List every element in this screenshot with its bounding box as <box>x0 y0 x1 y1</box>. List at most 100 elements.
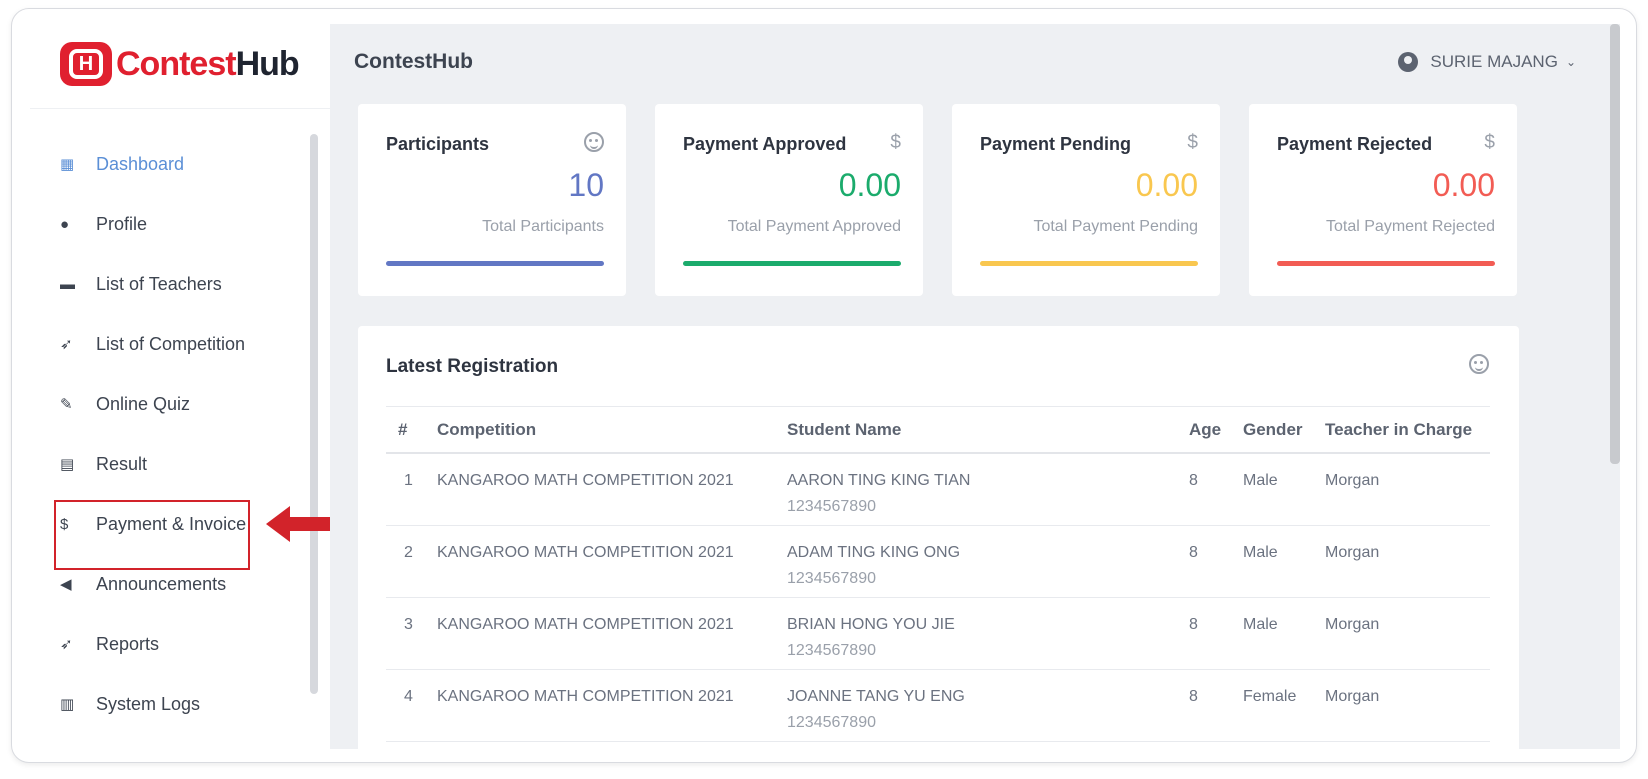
sidebar-item-system-logs[interactable]: ▥ System Logs <box>60 674 310 734</box>
card-bar <box>1277 261 1495 266</box>
row-competition: KANGAROO MATH COMPETITION 2021 <box>437 688 734 705</box>
user-name: SURIE MAJANG <box>1430 52 1558 71</box>
sidebar-item-online-quiz[interactable]: ✎ Online Quiz <box>60 374 310 434</box>
megaphone-icon: ◀ <box>60 576 72 593</box>
id-card-icon: ▬ <box>60 275 75 293</box>
student-name: BRIAN HONG YOU JIE <box>787 616 955 633</box>
card-bar <box>386 261 604 266</box>
annotation-arrow-icon <box>266 506 330 542</box>
column-header[interactable]: Gender <box>1243 420 1325 440</box>
chevron-down-icon: ⌄ <box>1565 55 1576 69</box>
row-number: 1 <box>404 472 413 489</box>
column-header[interactable]: Teacher in Charge <box>1325 420 1490 440</box>
dollar-icon: $ <box>1484 132 1495 153</box>
latest-registration-panel: Latest Registration # Competition Student … <box>358 326 1519 749</box>
topbar: ContestHub SURIE MAJANG ⌄ <box>330 24 1620 94</box>
row-teacher: Morgan <box>1325 472 1380 489</box>
student-name: JOANNE TANG YU ENG <box>787 688 965 705</box>
sidebar-item-list-of-teachers[interactable]: ▬ List of Teachers <box>60 254 310 314</box>
dollar-icon: $ <box>1187 132 1198 153</box>
row-age: 8 <box>1189 544 1198 561</box>
card-sub: Total Payment Pending <box>1033 218 1198 235</box>
stat-card-payment-pending[interactable]: Payment Pending $0.00 Total Payment Pendin… <box>952 104 1220 296</box>
row-age: 8 <box>1189 616 1198 633</box>
row-competition: KANGAROO MATH COMPETITION 2021 <box>437 544 734 561</box>
logo-mark-icon: H <box>60 42 112 86</box>
row-student: BRIAN HONG YOU JIE 1234567890 <box>787 598 1189 660</box>
sidebar: H ContestHub ▦ Dashboard ● Profile ▬ List of … <box>30 24 330 749</box>
column-header[interactable]: Student Name <box>787 420 1189 440</box>
logo-text: ContestHub <box>116 44 300 84</box>
sidebar-item-reports[interactable]: ➶ Reports <box>60 614 310 674</box>
column-header[interactable]: Competition <box>437 420 787 440</box>
sidebar-scrollbar[interactable] <box>310 134 318 694</box>
row-competition: KANGAROO MATH COMPETITION 2021 <box>437 616 734 633</box>
card-label: Payment Pending <box>980 134 1132 154</box>
table-row[interactable]: 4 KANGAROO MATH COMPETITION 2021 JOANNE TA… <box>386 670 1490 742</box>
row-age: 8 <box>1189 472 1198 489</box>
row-gender: Female <box>1243 688 1297 705</box>
pencil-icon: ✎ <box>60 396 73 413</box>
card-value: 0.00 <box>838 167 901 203</box>
row-competition: KANGAROO MATH COMPETITION 2021 <box>437 472 734 489</box>
main-area: ContestHub SURIE MAJANG ⌄ Participants 10… <box>330 24 1620 749</box>
sidebar-item-label: Dashboard <box>96 153 185 174</box>
card-label: Payment Approved <box>683 134 847 154</box>
sidebar-nav: ▦ Dashboard ● Profile ▬ List of Teachers ➶ List… <box>54 134 310 734</box>
rocket-icon: ➶ <box>60 336 73 353</box>
sidebar-item-label: Reports <box>96 633 160 654</box>
registration-table: # Competition Student Name Age Gender Teacher… <box>386 406 1490 742</box>
sidebar-item-list-of-competition[interactable]: ➶ List of Competition <box>60 314 310 374</box>
card-bar <box>683 261 901 266</box>
card-value: 0.00 <box>1432 167 1495 203</box>
row-age: 8 <box>1189 688 1198 705</box>
stat-card-payment-approved[interactable]: Payment Approved $0.00 Total Payment Appro… <box>655 104 923 296</box>
row-student: AARON TING KING TIAN 1234567890 <box>787 454 1189 516</box>
student-phone: 1234567890 <box>787 714 876 731</box>
table-row[interactable]: 2 KANGAROO MATH COMPETITION 2021 ADAM TING… <box>386 526 1490 598</box>
logo[interactable]: H ContestHub <box>60 42 300 86</box>
row-teacher: Morgan <box>1325 544 1380 561</box>
stat-card-participants[interactable]: Participants 10 Total Participants <box>358 104 626 296</box>
sidebar-item-announcements[interactable]: ◀ Announcements <box>60 554 310 614</box>
table-body: 1 KANGAROO MATH COMPETITION 2021 AARON TIN… <box>386 454 1490 742</box>
sidebar-item-label: Result <box>96 453 148 474</box>
document-icon: ▤ <box>60 456 75 473</box>
sidebar-item-label: System Logs <box>96 693 201 714</box>
student-phone: 1234567890 <box>787 570 876 587</box>
row-gender: Male <box>1243 616 1278 633</box>
stat-card-payment-rejected[interactable]: Payment Rejected $0.00 Total Payment Rejec… <box>1249 104 1517 296</box>
smiley-icon <box>584 132 604 158</box>
user-menu[interactable]: SURIE MAJANG ⌄ <box>1398 52 1576 72</box>
app: H ContestHub ▦ Dashboard ● Profile ▬ List of … <box>30 24 1620 749</box>
logo-text-part2: Hub <box>235 44 300 83</box>
sidebar-item-label: List of Competition <box>96 333 246 354</box>
dashboard-icon: ▦ <box>60 156 75 173</box>
dollar-icon: $ <box>890 132 901 153</box>
logo-text-part1: Contest <box>116 44 237 83</box>
row-gender: Male <box>1243 544 1278 561</box>
table-header: # Competition Student Name Age Gender Teacher… <box>386 406 1490 454</box>
student-name: AARON TING KING TIAN <box>787 472 971 489</box>
row-student: ADAM TING KING ONG 1234567890 <box>787 526 1189 588</box>
column-header[interactable]: Age <box>1189 420 1243 440</box>
sidebar-item-dashboard[interactable]: ▦ Dashboard <box>60 134 310 194</box>
sidebar-divider <box>30 108 330 109</box>
app-title: ContestHub <box>354 50 473 73</box>
rocket-icon: ➶ <box>60 636 73 653</box>
table-row[interactable]: 1 KANGAROO MATH COMPETITION 2021 AARON TIN… <box>386 454 1490 526</box>
sidebar-item-label: Online Quiz <box>96 393 191 414</box>
row-teacher: Morgan <box>1325 616 1380 633</box>
list-icon: ▥ <box>60 696 75 713</box>
row-student: JOANNE TANG YU ENG 1234567890 <box>787 670 1189 732</box>
smiley-icon <box>1469 354 1489 379</box>
table-row[interactable]: 3 KANGAROO MATH COMPETITION 2021 BRIAN HON… <box>386 598 1490 670</box>
row-teacher: Morgan <box>1325 688 1380 705</box>
main-scrollbar[interactable] <box>1610 24 1620 464</box>
card-sub: Total Payment Approved <box>727 218 901 235</box>
sidebar-item-result[interactable]: ▤ Result <box>60 434 310 494</box>
student-name: ADAM TING KING ONG <box>787 544 961 561</box>
sidebar-item-profile[interactable]: ● Profile <box>60 194 310 254</box>
sidebar-item-label: List of Teachers <box>96 273 222 294</box>
column-header[interactable]: # <box>386 420 437 440</box>
